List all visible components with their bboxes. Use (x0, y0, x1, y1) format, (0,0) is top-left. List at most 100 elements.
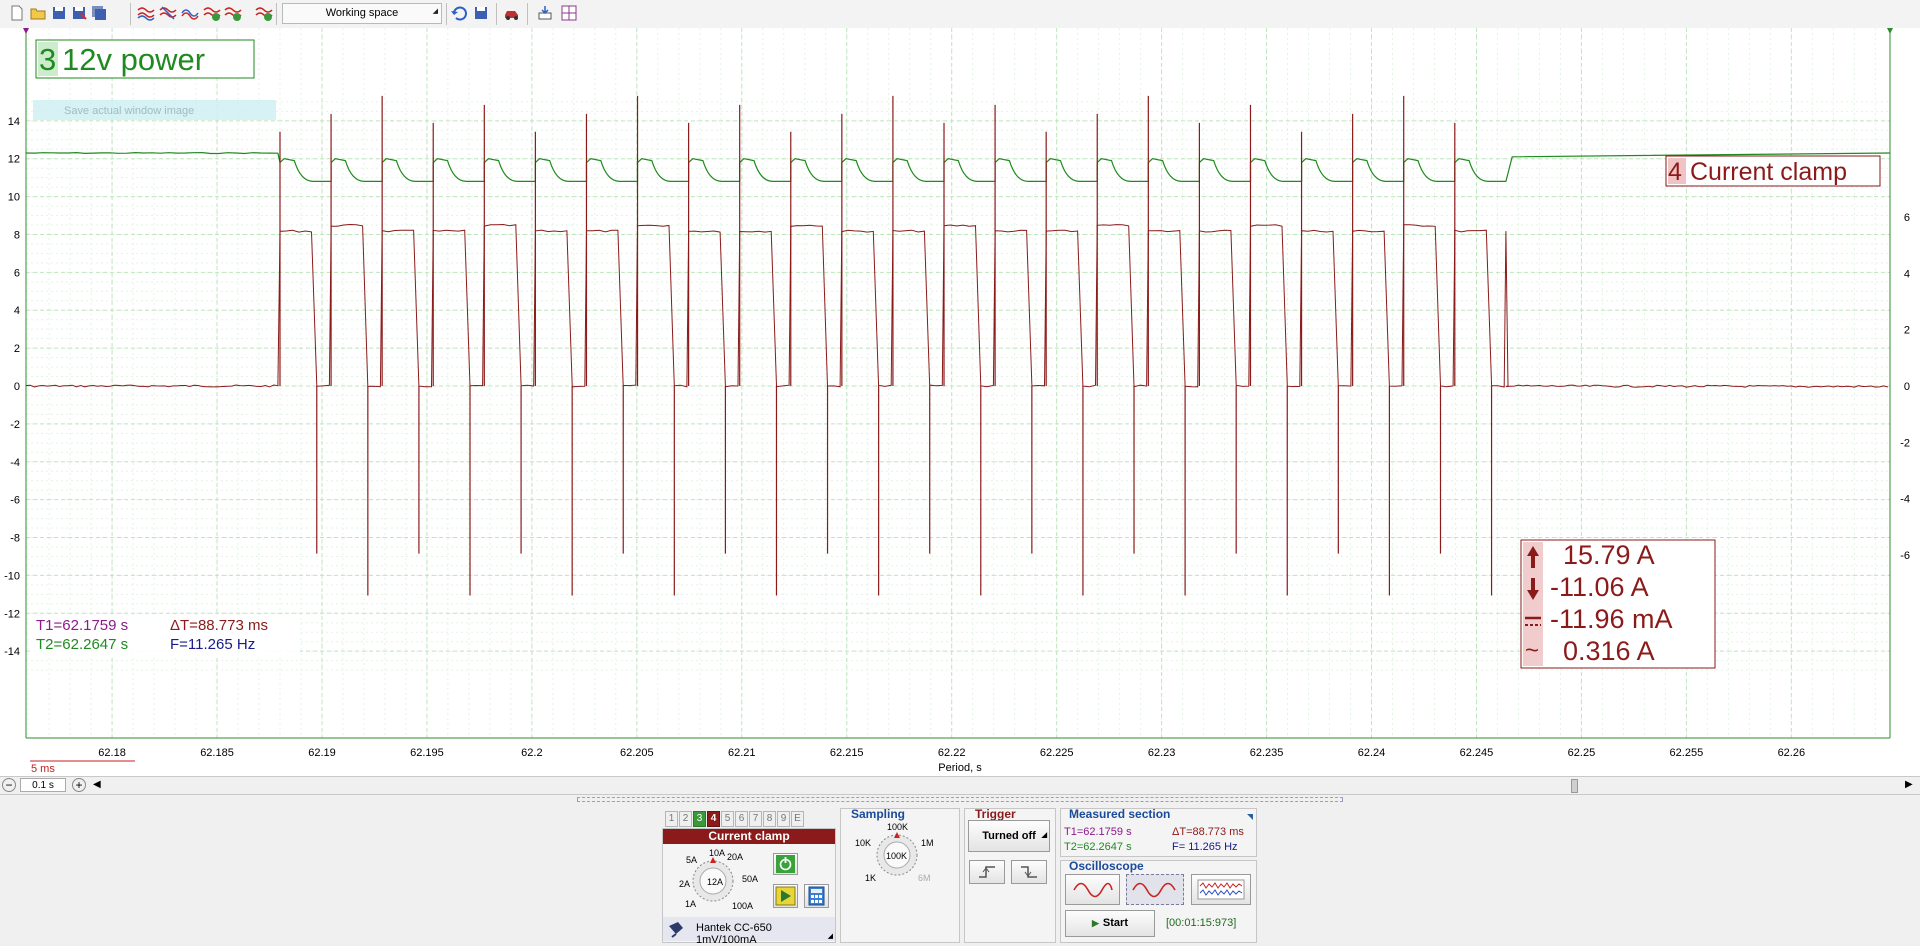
x-axis-tick: 62.195 (410, 747, 444, 759)
noise-wave-icon (1197, 879, 1245, 900)
save-all-icon[interactable] (90, 4, 108, 22)
range-label-100a: 100A (732, 901, 753, 911)
measured-section-title: Measured section (1069, 807, 1171, 821)
x-axis-tick: 62.23 (1148, 747, 1176, 759)
meas-max-value: 15.79 A (1563, 540, 1655, 570)
x-axis-tick: 62.25 (1568, 747, 1596, 759)
mode-noise-button[interactable] (1191, 874, 1251, 905)
cursor-frequency: F=11.265 Hz (170, 636, 255, 653)
oscilloscope-plot[interactable]: 14121086420-2-4-6-8-10-12-14 6420-2-4-6 … (0, 28, 1920, 776)
elapsed-timer: [00:01:15:973] (1166, 917, 1237, 929)
channel-tab-3[interactable]: 3 (693, 811, 706, 827)
right-axis-tick: 4 (1904, 268, 1910, 280)
sampling-label-1k: 1K (865, 873, 876, 883)
ch3-name: 12v power (62, 42, 205, 77)
open-folder-icon[interactable] (29, 4, 47, 22)
channel-tab-4[interactable]: 4 (707, 811, 720, 827)
x-axis-tick: 62.22 (938, 747, 966, 759)
probe-selector[interactable]: Hantek CC-650 1mV/100mA ◢ (663, 917, 835, 946)
zoom-value-field[interactable]: 0.1 s (20, 778, 66, 792)
trigger-mode-button[interactable]: Turned off ◢ (968, 820, 1050, 852)
falling-edge-icon (1021, 866, 1037, 878)
trigger-falling-edge-button[interactable] (1011, 860, 1047, 884)
sampling-dial[interactable]: 100K 10K 1M 100K 1K 6M (845, 820, 955, 890)
start-button[interactable]: ▶ Start (1065, 910, 1155, 937)
waveform-3-icon[interactable] (181, 4, 199, 22)
sampling-label-100k-top: 100K (887, 822, 908, 832)
power-icon (776, 855, 795, 873)
probe-label: Hantek CC-650 1mV/100mA (696, 922, 772, 946)
x-axis-tick: 62.235 (1250, 747, 1284, 759)
ch3-tag: 3 (39, 42, 56, 77)
x-axis-tick: 62.24 (1358, 747, 1386, 759)
control-panel (0, 795, 1920, 945)
channel-tab-1[interactable]: 1 (665, 811, 678, 827)
panel-splitter[interactable] (577, 797, 1343, 802)
new-file-icon[interactable] (8, 4, 26, 22)
workspace-select[interactable]: Working space ◢ (282, 3, 442, 24)
waveform-4-icon[interactable] (203, 4, 221, 22)
channel-range-dial[interactable]: 10A 20A 5A 50A 2A 12A 1A 100A (663, 845, 763, 915)
rms-icon: ~ (1525, 637, 1539, 664)
left-axis-tick: -2 (10, 419, 20, 431)
measured-dt: ΔT=88.773 ms (1172, 826, 1244, 838)
scroll-left-icon[interactable]: ◀ (93, 779, 101, 790)
scroll-right-icon[interactable]: ▶ (1905, 779, 1913, 790)
measured-f: F= 11.265 Hz (1172, 841, 1238, 853)
rising-edge-icon (979, 866, 995, 878)
sampling-label-1m: 1M (921, 838, 934, 848)
undo-icon[interactable] (450, 4, 468, 22)
sampling-label-6m: 6M (918, 873, 931, 883)
workspace-label: Working space (325, 7, 399, 19)
channel-tab-6[interactable]: 6 (735, 811, 748, 827)
save-icon[interactable] (50, 4, 68, 22)
waveform-5-icon[interactable] (224, 4, 242, 22)
channel-tab-8[interactable]: 8 (763, 811, 776, 827)
start-label: Start (1102, 917, 1128, 929)
calculator-button[interactable] (804, 884, 829, 908)
mode-normal-button[interactable] (1126, 874, 1184, 905)
sampling-label-100k-center: 100K (886, 851, 907, 861)
trigger-rising-edge-button[interactable] (969, 860, 1005, 884)
trigger-title: Trigger (975, 807, 1016, 821)
left-axis-tick: 0 (14, 381, 20, 393)
left-axis-tick: -8 (10, 533, 20, 545)
save-as-icon[interactable] (70, 4, 88, 22)
waveform-6-icon[interactable] (255, 4, 273, 22)
waveform-2-icon[interactable] (159, 4, 177, 22)
mode-single-button[interactable] (1065, 874, 1120, 905)
channel-power-button[interactable] (773, 853, 798, 875)
save-image-icon[interactable] (472, 4, 490, 22)
cursor-delta-t: ΔT=88.773 ms (170, 617, 268, 634)
scroll-thumb[interactable] (1571, 779, 1578, 793)
left-axis-tick: 8 (14, 229, 20, 241)
channel-tab-7[interactable]: 7 (749, 811, 762, 827)
zoom-out-icon[interactable]: − (2, 778, 16, 792)
oscilloscope-title: Oscilloscope (1069, 859, 1144, 873)
meas-min-value: -11.06 A (1550, 572, 1649, 602)
svg-text:~: ~ (1525, 637, 1539, 664)
measured-expand-icon[interactable] (1246, 813, 1254, 821)
left-axis-tick: 14 (8, 116, 20, 128)
car-icon[interactable] (503, 4, 521, 22)
x-axis-tick: 62.26 (1778, 747, 1806, 759)
channel-tab-5[interactable]: 5 (721, 811, 734, 827)
sine-wave-icon (1073, 882, 1113, 898)
channel-tab-9[interactable]: 9 (777, 811, 790, 827)
auto-range-icon (775, 886, 796, 906)
right-axis-tick: 0 (1904, 381, 1910, 393)
auto-range-button[interactable] (773, 884, 798, 908)
waveform-1-icon[interactable] (137, 4, 155, 22)
right-axis-tick: -2 (1900, 437, 1910, 449)
time-scrollbar[interactable]: − 0.1 s + ◀ ▶ (0, 776, 1920, 795)
range-label-50a: 50A (742, 874, 758, 884)
channel-tab-e[interactable]: E (791, 811, 804, 827)
x-axis-tick: 62.21 (728, 747, 756, 759)
left-axis-tick: -12 (4, 608, 20, 620)
grid-settings-icon[interactable] (560, 4, 578, 22)
export-icon[interactable] (536, 4, 554, 22)
zoom-in-icon[interactable]: + (72, 778, 86, 792)
right-axis-tick: -6 (1900, 550, 1910, 562)
calculator-icon (808, 886, 825, 906)
channel-tab-2[interactable]: 2 (679, 811, 692, 827)
